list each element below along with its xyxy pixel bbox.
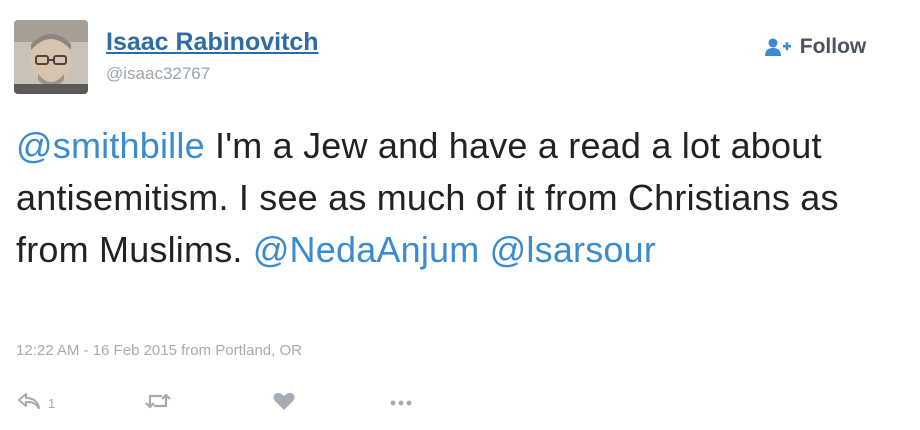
mention-link[interactable]: @lsarsour xyxy=(490,229,656,270)
author-name[interactable]: Isaac Rabinovitch xyxy=(106,28,319,57)
reply-count: 1 xyxy=(48,395,56,411)
more-button[interactable] xyxy=(390,388,412,418)
reply-icon xyxy=(16,391,42,416)
tweet-actions: 1 xyxy=(16,388,436,418)
follow-user-icon xyxy=(764,37,792,57)
avatar[interactable] xyxy=(14,20,88,94)
tweet-text-segment xyxy=(479,229,489,270)
follow-button-label: Follow xyxy=(799,35,867,58)
retweet-icon xyxy=(144,391,172,416)
follow-button[interactable]: Follow xyxy=(740,24,890,70)
more-icon xyxy=(390,394,412,412)
mention-link[interactable]: @NedaAnjum xyxy=(253,229,480,270)
reply-button[interactable]: 1 xyxy=(16,388,55,418)
like-button[interactable] xyxy=(272,388,296,418)
tweet-text: @smithbille I'm a Jew and have a read a … xyxy=(16,120,876,276)
heart-icon xyxy=(272,390,296,417)
avatar-image xyxy=(14,20,88,94)
author-handle[interactable]: @isaac32767 xyxy=(106,64,210,84)
tweet-timestamp[interactable]: 12:22 AM - 16 Feb 2015 from Portland, OR xyxy=(16,342,302,359)
tweet-card: Isaac Rabinovitch @isaac32767 Follow @sm… xyxy=(0,0,920,430)
mention-link[interactable]: @smithbille xyxy=(16,125,205,166)
retweet-button[interactable] xyxy=(144,388,172,418)
